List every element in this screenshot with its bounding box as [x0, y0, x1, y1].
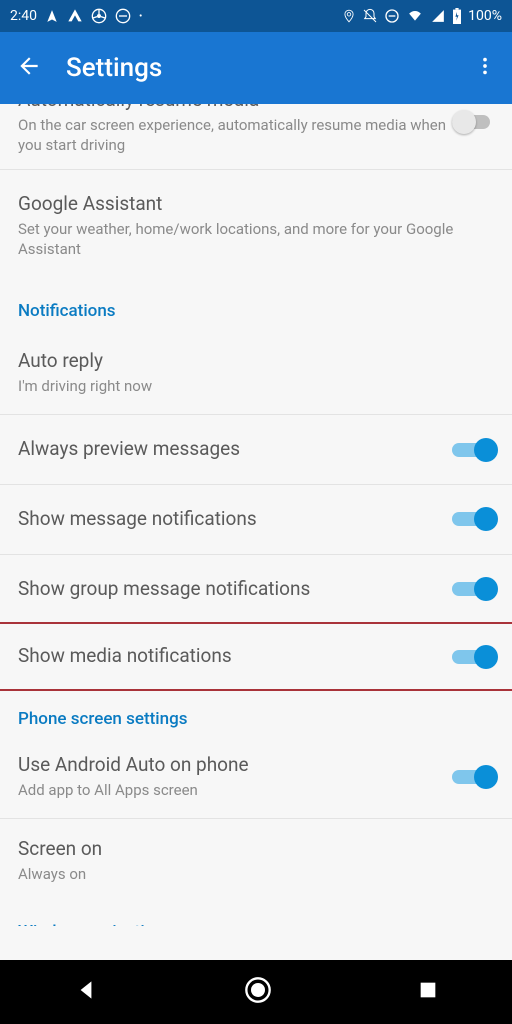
section-phone-screen: Phone screen settings — [0, 689, 512, 739]
label: Auto reply — [18, 349, 494, 374]
nav-recent-icon — [417, 979, 439, 1001]
signal-icon — [430, 9, 446, 23]
toggle-resume-media[interactable] — [452, 110, 494, 134]
back-arrow-icon — [16, 53, 42, 79]
toggle-use-aa[interactable] — [452, 765, 494, 789]
dot-icon: • — [139, 11, 142, 22]
status-bar: 2:40 • 100% — [0, 0, 512, 32]
subtitle: I'm driving right now — [18, 376, 494, 396]
label: Screen on — [18, 837, 494, 862]
label: Automatically resume media — [18, 104, 452, 113]
toggle-group-notif[interactable] — [452, 577, 494, 601]
label: Show message notifications — [18, 507, 452, 532]
row-always-preview[interactable]: Always preview messages — [0, 415, 512, 485]
nav-arrow-icon — [45, 9, 59, 23]
dnd-icon — [115, 8, 131, 24]
steering-icon — [91, 8, 107, 24]
subtitle: Add app to All Apps screen — [18, 780, 452, 800]
label: Google Assistant — [18, 192, 494, 217]
nav-back-button[interactable] — [73, 977, 99, 1007]
location-icon — [342, 9, 356, 23]
toggle-preview[interactable] — [452, 438, 494, 462]
subtitle: Set your weather, home/work locations, a… — [18, 219, 494, 260]
more-vert-icon — [474, 55, 496, 77]
row-message-notifications[interactable]: Show message notifications — [0, 485, 512, 555]
label: Show group message notifications — [18, 577, 452, 602]
row-google-assistant[interactable]: Google Assistant Set your weather, home/… — [0, 170, 512, 281]
page-title: Settings — [66, 53, 474, 83]
settings-list[interactable]: Automatically resume media On the car sc… — [0, 104, 512, 932]
row-use-android-auto[interactable]: Use Android Auto on phone Add app to All… — [0, 739, 512, 819]
overflow-button[interactable] — [474, 55, 496, 81]
app-bar: Settings — [0, 32, 512, 104]
nav-back-icon — [73, 977, 99, 1003]
status-time: 2:40 — [10, 8, 37, 24]
toggle-msg-notif[interactable] — [452, 507, 494, 531]
navigation-bar — [0, 960, 512, 1024]
nav-home-icon — [244, 976, 272, 1004]
row-media-notifications[interactable]: Show media notifications — [0, 622, 512, 691]
toggle-media-notif[interactable] — [452, 645, 494, 669]
row-group-notifications[interactable]: Show group message notifications — [0, 555, 512, 625]
subtitle: Always on — [18, 864, 494, 884]
dnd-circle-icon — [384, 8, 400, 24]
label: Show media notifications — [18, 644, 452, 669]
section-wireless: Wireless projection — [0, 902, 512, 926]
nav-home-button[interactable] — [244, 976, 272, 1008]
row-screen-on[interactable]: Screen on Always on — [0, 819, 512, 902]
row-resume-media[interactable]: Automatically resume media On the car sc… — [0, 104, 512, 170]
back-button[interactable] — [16, 53, 42, 83]
wifi-icon — [406, 9, 424, 23]
label: Always preview messages — [18, 437, 452, 462]
nav-recent-button[interactable] — [417, 979, 439, 1005]
battery-pct: 100% — [468, 8, 502, 24]
section-notifications: Notifications — [0, 281, 512, 331]
label: Use Android Auto on phone — [18, 753, 452, 778]
battery-icon — [452, 8, 462, 24]
subtitle: On the car screen experience, automatica… — [18, 115, 452, 156]
silent-icon — [362, 8, 378, 24]
row-auto-reply[interactable]: Auto reply I'm driving right now — [0, 331, 512, 415]
android-auto-icon — [67, 8, 83, 24]
